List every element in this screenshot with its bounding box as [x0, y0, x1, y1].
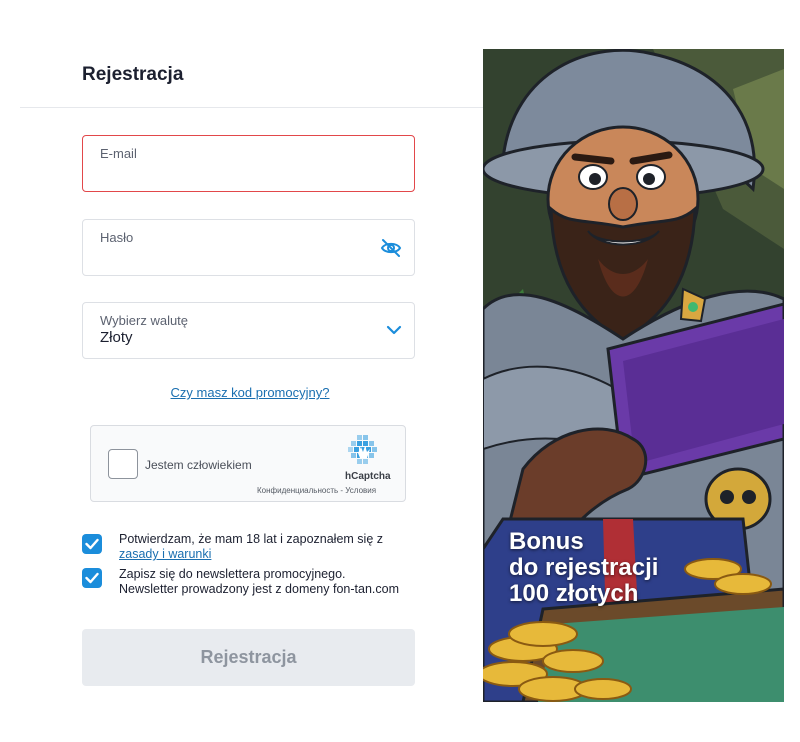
page-title: Rejestracja: [82, 64, 184, 85]
bonus-line-2: do rejestracji: [509, 554, 659, 581]
bonus-line-1: Bonus: [509, 528, 584, 555]
newsletter-checkbox[interactable]: [82, 568, 102, 588]
terms-checkbox[interactable]: [82, 534, 102, 554]
checkmark-icon: [85, 538, 99, 550]
newsletter-line-2: Newsletter prowadzony jest z domeny fon-…: [119, 582, 399, 596]
hcaptcha-logo-icon: [348, 435, 377, 464]
captcha-label: Jestem człowiekiem: [145, 458, 252, 472]
bonus-text: Bonus do rejestracji 100 złotych: [509, 529, 658, 607]
currency-label: Wybierz walutę: [100, 313, 189, 328]
password-label: Hasło: [100, 230, 134, 245]
bonus-banner[interactable]: Bonus do rejestracji 100 złotych: [483, 49, 784, 702]
promo-code-link[interactable]: Czy masz kod promocyjny?: [171, 385, 330, 400]
chevron-down-icon[interactable]: [386, 324, 402, 336]
email-field[interactable]: E-mail: [82, 135, 415, 192]
terms-link[interactable]: zasady i warunki: [119, 547, 211, 561]
password-field[interactable]: Hasło: [82, 219, 415, 276]
header-divider: [20, 107, 483, 108]
currency-select[interactable]: Wybierz walutę Złoty: [82, 302, 415, 359]
checkmark-icon: [85, 572, 99, 584]
captcha-checkbox[interactable]: [108, 449, 138, 479]
email-label: E-mail: [100, 146, 137, 161]
promo-code-row: Czy masz kod promocyjny?: [0, 384, 500, 402]
bonus-line-3: 100 złotych: [509, 580, 639, 607]
newsletter-line-1: Zapisz się do newslettera promocyjnego.: [119, 567, 346, 581]
newsletter-text: Zapisz się do newslettera promocyjnego. …: [119, 567, 399, 597]
captcha-brand: hCaptcha: [345, 471, 391, 482]
password-input[interactable]: [99, 247, 383, 266]
captcha-widget: Jestem człowiekiem hCaptcha Конфиденциал…: [90, 425, 406, 502]
eye-off-icon[interactable]: [380, 238, 402, 258]
captcha-footer-links[interactable]: Конфиденциальность - Условия: [257, 486, 376, 495]
register-button[interactable]: Rejestracja: [82, 629, 415, 686]
currency-value: Złoty: [100, 329, 133, 346]
terms-label: Potwierdzam, że mam 18 lat i zapoznałem …: [119, 532, 383, 546]
email-input[interactable]: [99, 163, 383, 182]
terms-text: Potwierdzam, że mam 18 lat i zapoznałem …: [119, 532, 383, 562]
